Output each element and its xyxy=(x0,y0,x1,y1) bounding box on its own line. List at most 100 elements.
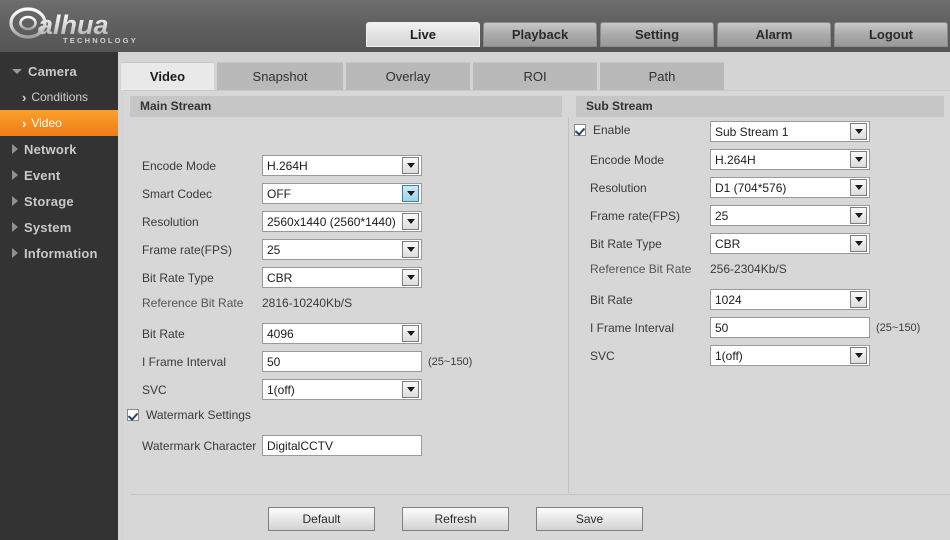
watermark-character-input[interactable]: DigitalCCTV xyxy=(262,435,422,456)
app-window: alhua TECHNOLOGY Live Playback Setting A… xyxy=(0,0,950,540)
sub-stream-select[interactable]: Sub Stream 1 xyxy=(710,121,870,142)
sidebar-item-label: Camera xyxy=(28,63,77,79)
tab-path[interactable]: Path xyxy=(600,62,724,90)
main-i-frame-interval-input[interactable]: 50 xyxy=(262,351,422,372)
main-resolution-select[interactable]: 2560x1440 (2560*1440) xyxy=(262,211,422,232)
sub-i-frame-interval-input[interactable]: 50 xyxy=(710,317,870,338)
field-sub-resolution: Resolution D1 (704*576) xyxy=(590,177,870,198)
sub-svc-select[interactable]: 1(off) xyxy=(710,345,870,366)
select-value: CBR xyxy=(715,236,741,251)
chevron-right-icon xyxy=(12,144,18,154)
main-frame-rate-select[interactable]: 25 xyxy=(262,239,422,260)
field-sub-reference-bit-rate: Reference Bit Rate 256-2304Kb/S xyxy=(590,262,787,276)
chevron-right-icon xyxy=(12,196,18,206)
select-value: 4096 xyxy=(267,326,294,341)
field-label: Bit Rate xyxy=(142,326,185,341)
save-button[interactable]: Save xyxy=(536,507,643,531)
sidebar-item-label: System xyxy=(24,219,72,235)
chevron-right-icon: › xyxy=(22,89,27,105)
input-value: DigitalCCTV xyxy=(267,438,334,453)
sub-frame-rate-select[interactable]: 25 xyxy=(710,205,870,226)
nav-tab-logout[interactable]: Logout xyxy=(834,22,948,47)
sidebar-item-camera[interactable]: Camera xyxy=(0,58,118,84)
sub-resolution-select[interactable]: D1 (704*576) xyxy=(710,177,870,198)
sidebar-item-storage[interactable]: Storage xyxy=(0,188,118,214)
sidebar-item-system[interactable]: System xyxy=(0,214,118,240)
field-label: Frame rate(FPS) xyxy=(590,208,681,223)
sidebar-item-network[interactable]: Network xyxy=(0,136,118,162)
field-label: Bit Rate Type xyxy=(590,236,662,251)
field-sub-frame-rate: Frame rate(FPS) 25 xyxy=(590,205,870,226)
tab-overlay[interactable]: Overlay xyxy=(346,62,470,90)
sidebar-item-information[interactable]: Information xyxy=(0,240,118,266)
sub-encode-mode-select[interactable]: H.264H xyxy=(710,149,870,170)
chevron-down-icon xyxy=(402,269,419,286)
chevron-down-icon xyxy=(402,213,419,230)
tab-video[interactable]: Video xyxy=(121,62,214,90)
field-sub-bit-rate-type: Bit Rate Type CBR xyxy=(590,233,870,254)
field-label: Resolution xyxy=(590,180,647,195)
field-main-svc: SVC 1(off) xyxy=(142,379,422,400)
sidebar-item-label: Conditions xyxy=(31,90,89,104)
main-bit-rate-select[interactable]: 4096 xyxy=(262,323,422,344)
field-label: SVC xyxy=(590,348,615,363)
sidebar-item-label: Video xyxy=(31,116,62,130)
field-label: Smart Codec xyxy=(142,186,213,201)
field-sub-bit-rate: Bit Rate 1024 xyxy=(590,289,870,310)
field-main-smart-codec: Smart Codec OFF xyxy=(142,183,422,204)
field-sub-i-frame-interval: I Frame Interval 50 (25~150) xyxy=(590,317,920,338)
chevron-down-icon xyxy=(402,325,419,342)
sub-bit-rate-select[interactable]: 1024 xyxy=(710,289,870,310)
sidebar-item-video[interactable]: › Video xyxy=(0,110,118,136)
sidebar-item-conditions[interactable]: › Conditions xyxy=(0,84,118,110)
main-svc-select[interactable]: 1(off) xyxy=(262,379,422,400)
sidebar-item-event[interactable]: Event xyxy=(0,162,118,188)
select-value: 1024 xyxy=(715,292,742,307)
chevron-down-icon xyxy=(402,381,419,398)
tab-roi[interactable]: ROI xyxy=(473,62,597,90)
sidebar-item-label: Storage xyxy=(24,193,74,209)
reference-bit-rate-value: 2816-10240Kb/S xyxy=(262,296,353,310)
top-navigation: Live Playback Setting Alarm Logout xyxy=(366,22,948,47)
field-sub-encode-mode: Encode Mode H.264H xyxy=(590,149,870,170)
select-value: 1(off) xyxy=(267,382,295,397)
watermark-settings-checkbox[interactable]: Watermark Settings xyxy=(127,408,251,422)
tab-snapshot[interactable]: Snapshot xyxy=(217,62,343,90)
main-bit-rate-type-select[interactable]: CBR xyxy=(262,267,422,288)
main-smart-codec-select[interactable]: OFF xyxy=(262,183,422,204)
chevron-down-icon xyxy=(850,291,867,308)
field-label: Encode Mode xyxy=(142,158,217,173)
chevron-right-icon: › xyxy=(22,115,27,131)
sub-bit-rate-type-select[interactable]: CBR xyxy=(710,233,870,254)
main-encode-mode-select[interactable]: H.264H xyxy=(262,155,422,176)
sidebar-item-label: Event xyxy=(24,167,61,183)
field-label: I Frame Interval xyxy=(142,354,227,369)
action-button-row: Default Refresh Save xyxy=(268,507,643,531)
refresh-button[interactable]: Refresh xyxy=(402,507,509,531)
checkbox-icon xyxy=(127,409,139,421)
field-sub-svc: SVC 1(off) xyxy=(590,345,870,366)
field-label: Frame rate(FPS) xyxy=(142,242,233,257)
default-button[interactable]: Default xyxy=(268,507,375,531)
settings-tabstrip: Video Snapshot Overlay ROI Path xyxy=(118,62,950,90)
checkbox-label: Watermark Settings xyxy=(146,408,251,422)
field-label: Reference Bit Rate xyxy=(142,296,244,310)
field-label: Bit Rate xyxy=(590,292,633,307)
sub-stream-enable-checkbox[interactable]: Enable xyxy=(574,123,630,137)
sidebar-item-label: Network xyxy=(24,141,77,157)
nav-tab-playback[interactable]: Playback xyxy=(483,22,597,47)
nav-tab-setting[interactable]: Setting xyxy=(600,22,714,47)
field-label: I Frame Interval xyxy=(590,320,675,335)
chevron-down-icon xyxy=(850,151,867,168)
select-value: 2560x1440 (2560*1440) xyxy=(267,214,396,229)
field-sub-stream-select: Sub Stream 1 xyxy=(710,121,870,142)
app-header: alhua TECHNOLOGY Live Playback Setting A… xyxy=(0,0,950,52)
field-label: Bit Rate Type xyxy=(142,270,214,285)
select-value: H.264H xyxy=(267,158,308,173)
i-frame-interval-hint: (25~150) xyxy=(428,355,473,368)
nav-tab-alarm[interactable]: Alarm xyxy=(717,22,831,47)
nav-tab-live[interactable]: Live xyxy=(366,22,480,47)
checkbox-icon xyxy=(574,124,586,136)
sub-stream-header: Sub Stream xyxy=(576,96,944,117)
chevron-down-icon xyxy=(402,185,419,202)
